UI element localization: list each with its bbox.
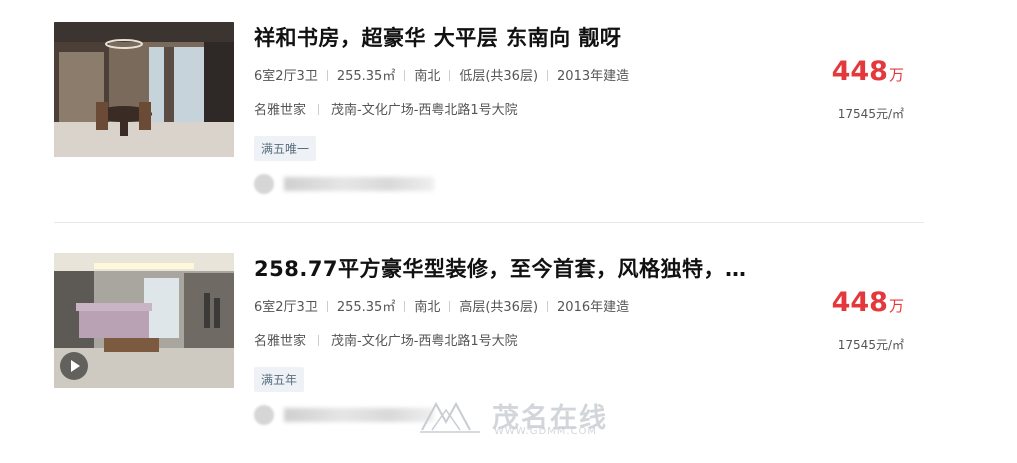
- agent-name-blurred: [284, 408, 434, 422]
- total-price: 448万: [832, 287, 904, 318]
- video-play-icon[interactable]: [60, 352, 88, 380]
- floor-area: 255.35㎡: [336, 300, 396, 315]
- listing-item[interactable]: 祥和书房，超豪华 大平层 东南向 靓呀 6室2厅3卫 255.35㎡ 南北 低层(共3…: [54, 22, 924, 232]
- agent-avatar[interactable]: [254, 405, 274, 425]
- listing-location: 名雅世家 茂南-文化广场-西粤北路1号大院: [254, 330, 518, 349]
- listing-tag: 满五唯一: [254, 136, 317, 161]
- floor-level: 低层(共36层): [459, 69, 539, 84]
- room-layout: 6室2厅3卫: [254, 300, 318, 315]
- agent-name-blurred: [284, 177, 434, 191]
- build-year: 2016年建造: [557, 300, 630, 315]
- listing-photo[interactable]: [54, 253, 234, 388]
- floor-area: 255.35㎡: [336, 69, 396, 84]
- listing-tag: 满五年: [254, 367, 305, 392]
- unit-price: 17545元/㎡: [837, 338, 904, 352]
- listing-title[interactable]: 258.77平方豪华型装修，至今首套，风格独特，…: [254, 253, 747, 283]
- room-layout: 6室2厅3卫: [254, 69, 318, 84]
- watermark-logo-icon: [420, 401, 480, 433]
- site-watermark: 茂名在线 WWW.GDMM.COM: [418, 396, 618, 440]
- price-number: 448: [831, 287, 888, 318]
- price-number: 448: [831, 56, 888, 87]
- floor-level: 高层(共36层): [459, 300, 539, 315]
- agent-avatar[interactable]: [254, 174, 274, 194]
- area-link[interactable]: 茂南-文化广场-西粤北路1号大院: [331, 103, 518, 118]
- listing-divider: [54, 222, 924, 223]
- build-year: 2013年建造: [557, 69, 630, 84]
- listing-location: 名雅世家 茂南-文化广场-西粤北路1号大院: [254, 99, 518, 118]
- price-unit: 万: [888, 66, 904, 84]
- listing-title[interactable]: 祥和书房，超豪华 大平层 东南向 靓呀: [254, 22, 621, 52]
- orientation: 南北: [414, 69, 441, 84]
- orientation: 南北: [414, 300, 441, 315]
- listing-photo[interactable]: [54, 22, 234, 157]
- total-price: 448万: [832, 56, 904, 87]
- listing-attributes: 6室2厅3卫 255.35㎡ 南北 低层(共36层) 2013年建造: [254, 65, 629, 84]
- community-link[interactable]: 名雅世家: [254, 103, 306, 118]
- community-link[interactable]: 名雅世家: [254, 334, 306, 349]
- price-unit: 万: [888, 297, 904, 315]
- area-link[interactable]: 茂南-文化广场-西粤北路1号大院: [331, 334, 518, 349]
- unit-price: 17545元/㎡: [837, 107, 904, 121]
- watermark-url: WWW.GDMM.COM: [494, 426, 598, 437]
- listing-attributes: 6室2厅3卫 255.35㎡ 南北 高层(共36层) 2016年建造: [254, 296, 629, 315]
